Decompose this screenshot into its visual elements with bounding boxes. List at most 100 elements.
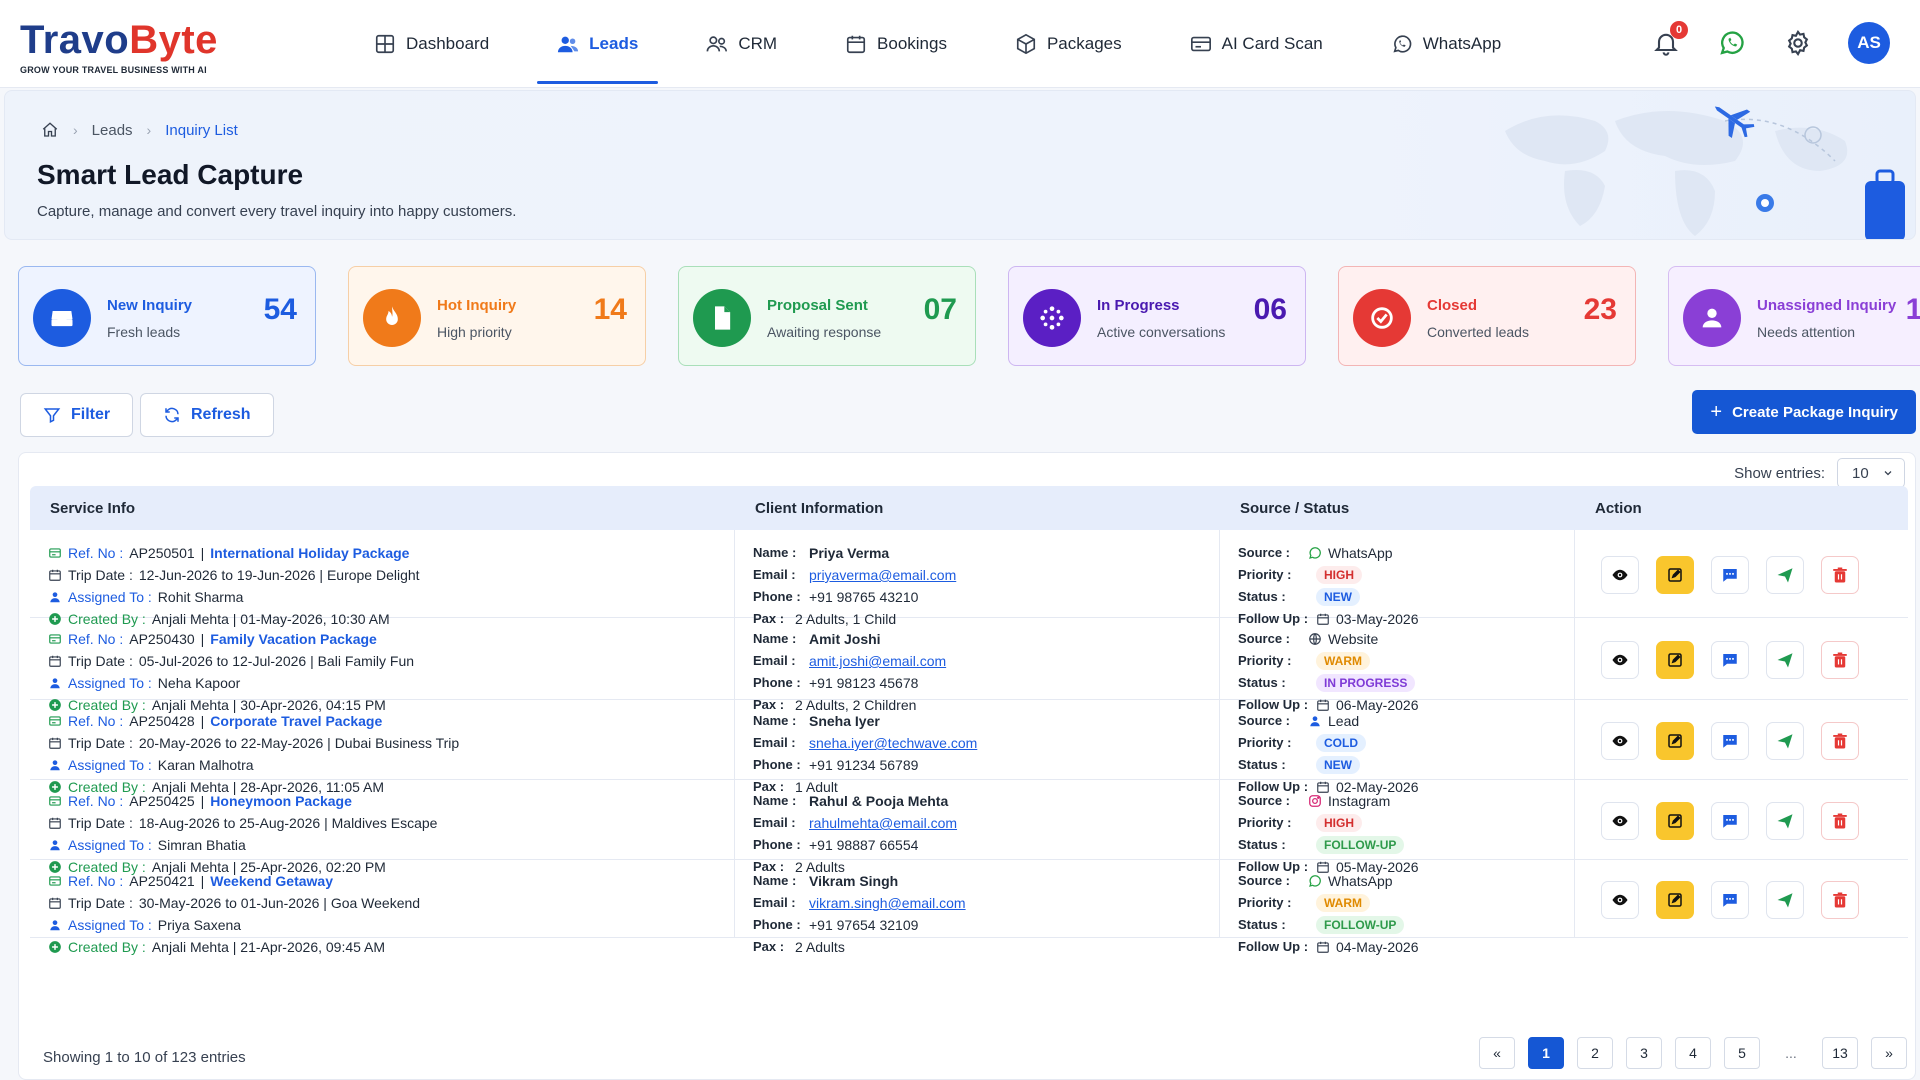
filter-icon xyxy=(43,408,61,423)
email-label: Email : xyxy=(753,815,796,830)
priority-label: Priority : xyxy=(1238,653,1292,668)
notification-count-badge: 0 xyxy=(1670,21,1688,39)
nav-ai-card-scan[interactable]: AI Card Scan xyxy=(1156,0,1357,88)
delete-button[interactable] xyxy=(1821,801,1859,840)
client-name: Priya Verma xyxy=(809,545,890,561)
client-email[interactable]: vikram.singh@email.com xyxy=(809,892,966,914)
refresh-button[interactable]: Refresh xyxy=(140,393,274,437)
view-button[interactable] xyxy=(1601,721,1639,760)
stat-title: In Progress xyxy=(1097,297,1180,314)
brand-logo[interactable]: TravoByte GROW YOUR TRAVEL BUSINESS WITH… xyxy=(20,18,218,75)
page-button[interactable]: 2 xyxy=(1577,1037,1613,1069)
nav-whatsapp[interactable]: WhatsApp xyxy=(1357,0,1535,88)
users-icon xyxy=(558,36,579,53)
send-button[interactable] xyxy=(1766,801,1804,840)
edit-button[interactable] xyxy=(1656,801,1694,840)
trash-icon xyxy=(1833,567,1847,582)
dashboard-icon xyxy=(375,34,395,54)
page-subtitle: Capture, manage and convert every travel… xyxy=(37,203,517,220)
trip-label: Trip Date : xyxy=(68,815,133,831)
page-button[interactable]: 5 xyxy=(1724,1037,1760,1069)
filter-button[interactable]: Filter xyxy=(20,393,134,437)
table-row[interactable]: Ref. No : AP250428 | Corporate Travel Packa… xyxy=(30,700,1908,795)
edit-button[interactable] xyxy=(1656,721,1694,760)
client-email[interactable]: sneha.iyer@techwave.com xyxy=(809,732,977,754)
nav-packages-label: Packages xyxy=(1046,34,1122,53)
nav-dashboard[interactable]: Dashboard xyxy=(340,0,523,88)
source-value: Website xyxy=(1328,631,1379,647)
stat-card-new-inquiry[interactable]: New Inquiry Fresh leads 54 xyxy=(18,266,316,366)
column-header: Action xyxy=(1595,499,1642,517)
edit-button[interactable] xyxy=(1656,880,1694,919)
edit-button[interactable] xyxy=(1656,555,1694,594)
stat-card-closed[interactable]: Closed Converted leads 23 xyxy=(1338,266,1636,366)
nav-bookings[interactable]: Bookings xyxy=(811,0,981,88)
page-button[interactable]: 4 xyxy=(1675,1037,1711,1069)
nav-crm[interactable]: CRM xyxy=(672,0,811,88)
page-button[interactable]: 1 xyxy=(1528,1037,1564,1069)
stat-card-hot-inquiry[interactable]: Hot Inquiry High priority 14 xyxy=(348,266,646,366)
prev-page-button[interactable]: « xyxy=(1479,1037,1515,1069)
stat-card-unassigned-inquiry[interactable]: Unassigned Inquiry Needs attention 19 xyxy=(1668,266,1920,366)
notifications-button[interactable]: 0 xyxy=(1650,21,1688,59)
entries-select[interactable]: 10 xyxy=(1837,458,1905,488)
table-row[interactable]: Ref. No : AP250421 | Weekend Getaway Trip D… xyxy=(30,860,1908,955)
view-button[interactable] xyxy=(1601,640,1639,679)
delete-button[interactable] xyxy=(1821,721,1859,760)
send-button[interactable] xyxy=(1766,721,1804,760)
package-link[interactable]: Weekend Getaway xyxy=(210,870,333,892)
show-entries: Show entries: 10 xyxy=(1734,458,1905,488)
view-button[interactable] xyxy=(1601,880,1639,919)
delete-button[interactable] xyxy=(1821,880,1859,919)
user-icon xyxy=(1310,716,1320,727)
package-link[interactable]: Corporate Travel Package xyxy=(210,710,382,732)
package-link[interactable]: International Holiday Package xyxy=(210,542,409,564)
create-package-inquiry-button[interactable]: + Create Package Inquiry xyxy=(1692,390,1916,434)
client-phone: +91 98765 43210 xyxy=(809,589,919,605)
client-pax: 2 Adults xyxy=(795,939,845,955)
chat-button[interactable] xyxy=(1711,801,1749,840)
page-button[interactable]: 3 xyxy=(1626,1037,1662,1069)
send-button[interactable] xyxy=(1766,640,1804,679)
send-button[interactable] xyxy=(1766,880,1804,919)
breadcrumb-leads[interactable]: Leads xyxy=(92,122,133,139)
package-link[interactable]: Honeymoon Package xyxy=(210,790,352,812)
next-page-button[interactable]: » xyxy=(1871,1037,1907,1069)
table-row[interactable]: Ref. No : AP250501 | International Holiday … xyxy=(30,530,1908,627)
stat-card-proposal-sent[interactable]: Proposal Sent Awaiting response 07 xyxy=(678,266,976,366)
client-email[interactable]: rahulmehta@email.com xyxy=(809,812,957,834)
nav-packages[interactable]: Packages xyxy=(981,0,1156,88)
view-button[interactable] xyxy=(1601,555,1639,594)
delete-button[interactable] xyxy=(1821,555,1859,594)
trip-dates: 18-Aug-2026 to 25-Aug-2026 | Maldives Es… xyxy=(138,815,438,831)
priority-label: Priority : xyxy=(1238,735,1292,750)
name-label: Name : xyxy=(753,713,797,728)
action-cell xyxy=(1575,780,1908,859)
send-button[interactable] xyxy=(1766,555,1804,594)
package-link[interactable]: Family Vacation Package xyxy=(210,628,377,650)
status-label: Status : xyxy=(1238,675,1286,690)
chat-button[interactable] xyxy=(1711,640,1749,679)
whatsapp-button[interactable] xyxy=(1716,27,1748,59)
user-avatar[interactable]: AS xyxy=(1848,22,1890,64)
home-icon[interactable] xyxy=(41,121,59,139)
table-row[interactable]: Ref. No : AP250430 | Family Vacation Packag… xyxy=(30,618,1908,713)
chat-button[interactable] xyxy=(1711,721,1749,760)
priority-badge: WARM xyxy=(1316,894,1370,912)
client-email[interactable]: amit.joshi@email.com xyxy=(809,650,946,672)
chat-button[interactable] xyxy=(1711,555,1749,594)
eye-icon xyxy=(1612,815,1628,826)
edit-button[interactable] xyxy=(1656,640,1694,679)
delete-button[interactable] xyxy=(1821,640,1859,679)
stat-card-in-progress[interactable]: In Progress Active conversations 06 xyxy=(1008,266,1306,366)
table-row[interactable]: Ref. No : AP250425 | Honeymoon Package Trip… xyxy=(30,780,1908,875)
ref-label: Ref. No : xyxy=(68,873,124,889)
view-button[interactable] xyxy=(1601,801,1639,840)
settings-button[interactable] xyxy=(1782,27,1814,59)
page-button[interactable]: 13 xyxy=(1822,1037,1858,1069)
whatsapp-icon xyxy=(1393,35,1412,53)
client-email[interactable]: priyaverma@email.com xyxy=(809,564,956,586)
chat-button[interactable] xyxy=(1711,880,1749,919)
nav-leads[interactable]: Leads xyxy=(523,0,672,88)
brand-name-part2: Byte xyxy=(129,18,218,62)
